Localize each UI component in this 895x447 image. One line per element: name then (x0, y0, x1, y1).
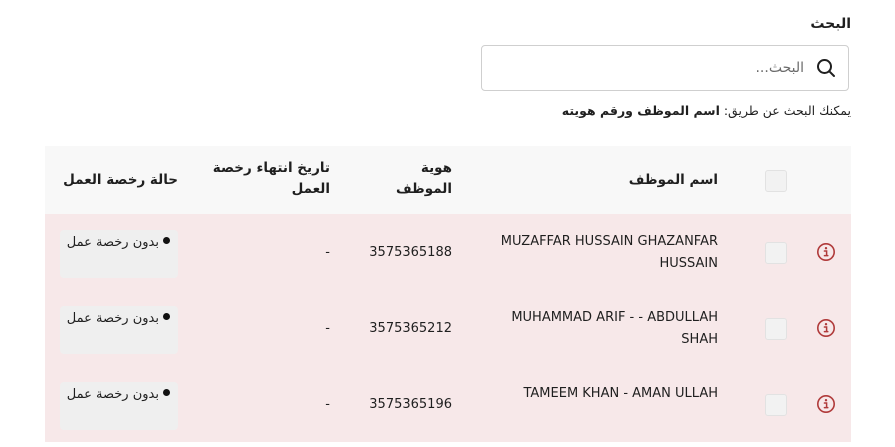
table-row[interactable]: MUZAFFAR HUSSAIN GHAZANFAR HUSSAIN 35753… (45, 214, 851, 290)
header-employee-id: هوية الموظف (395, 160, 452, 197)
permit-expiry: - (325, 321, 330, 336)
employee-name: MUZAFFAR HUSSAIN GHAZANFAR HUSSAIN (500, 234, 718, 271)
table-row[interactable]: TAMEEM KHAN - AMAN ULLAH 3575365196 - بد… (45, 366, 851, 442)
info-icon[interactable] (816, 394, 836, 414)
permit-expiry: - (325, 397, 330, 412)
status-badge: بدون رخصة عمل (60, 230, 178, 278)
employee-id: 3575365188 (369, 245, 452, 260)
row-checkbox[interactable] (765, 318, 787, 340)
table-header: اسم الموظف هوية الموظف تاريخ انتهاء رخصة… (45, 146, 851, 214)
status-badge: بدون رخصة عمل (60, 382, 178, 430)
employees-table: اسم الموظف هوية الموظف تاريخ انتهاء رخصة… (45, 146, 851, 442)
search-hint-fields: اسم الموظف ورقم هويته (561, 103, 720, 118)
permit-expiry: - (325, 245, 330, 260)
select-all-checkbox[interactable] (765, 170, 787, 192)
employee-id: 3575365212 (369, 321, 452, 336)
employee-id: 3575365196 (369, 397, 452, 412)
dot-icon (163, 389, 170, 396)
search-input[interactable] (482, 48, 804, 88)
info-icon[interactable] (816, 318, 836, 338)
table-row[interactable]: MUHAMMAD ARIF - - ABDULLAH SHAH 35753652… (45, 290, 851, 366)
header-employee-name: اسم الموظف (628, 172, 718, 188)
status-badge-label: بدون رخصة عمل (66, 235, 159, 250)
dot-icon (163, 237, 170, 244)
employee-name: TAMEEM KHAN - AMAN ULLAH (523, 386, 718, 401)
row-checkbox[interactable] (765, 242, 787, 264)
search-hint-prefix: يمكنك البحث عن طريق: (719, 103, 851, 118)
header-permit-expiry: تاريخ انتهاء رخصة العمل (212, 160, 330, 197)
employee-name: MUHAMMAD ARIF - - ABDULLAH SHAH (511, 310, 718, 347)
status-badge: بدون رخصة عمل (60, 306, 178, 354)
search-label: البحث (810, 16, 851, 32)
header-permit-status: حالة رخصة العمل (63, 172, 178, 188)
dot-icon (163, 313, 170, 320)
info-icon[interactable] (816, 242, 836, 262)
status-badge-label: بدون رخصة عمل (66, 387, 159, 402)
status-badge-label: بدون رخصة عمل (66, 311, 159, 326)
search-box[interactable] (481, 45, 849, 91)
search-icon[interactable] (804, 46, 848, 90)
row-checkbox[interactable] (765, 394, 787, 416)
search-hint: يمكنك البحث عن طريق: اسم الموظف ورقم هوي… (562, 103, 851, 118)
